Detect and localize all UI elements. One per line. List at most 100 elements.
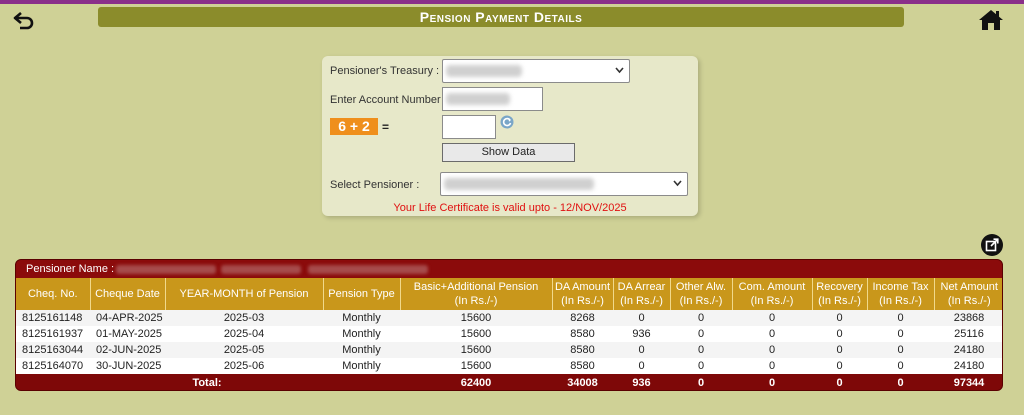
table-cell: 0	[867, 358, 934, 374]
total-cell: 97344	[934, 374, 1002, 390]
chevron-down-icon	[673, 180, 682, 187]
table-cell: 8268	[552, 310, 613, 326]
table-cell: 2025-04	[165, 326, 323, 342]
account-value-redacted	[446, 93, 510, 105]
refresh-icon[interactable]	[500, 115, 514, 129]
table-cell: 0	[812, 358, 867, 374]
table-row: 8125161937 01-MAY-2025 2025-04 Monthly 15600…	[16, 326, 1002, 342]
captcha-answer-input[interactable]	[442, 115, 496, 139]
pensioner-name-redacted	[221, 265, 301, 274]
total-cell: 62400	[400, 374, 552, 390]
table-cell: 0	[732, 326, 812, 342]
total-label: Total:	[16, 374, 400, 390]
column-header: Other Alw. (In Rs./-)	[669, 278, 732, 310]
table-cell: 0	[613, 310, 670, 326]
export-icon[interactable]	[981, 234, 1003, 256]
table-cell: 30-JUN-2025	[90, 358, 165, 374]
table-cell: 0	[670, 342, 732, 358]
table-cell: 8125161148	[16, 310, 90, 326]
table-cell: 8580	[552, 358, 613, 374]
pensioner-name-row: Pensioner Name :	[16, 260, 1002, 278]
account-number-input[interactable]	[442, 87, 543, 111]
payment-table: Cheq. No. Cheque Date YEAR-MONTH of Pensio…	[16, 278, 1002, 390]
column-header: Basic+Additional Pension (In Rs./-)	[399, 278, 552, 310]
table-total-row: Total: 62400 34008 936 0 0 0 0 97344	[16, 374, 1002, 390]
table-cell: 0	[867, 326, 934, 342]
captcha-equals: =	[382, 120, 390, 134]
column-header: YEAR-MONTH of Pension	[164, 278, 323, 310]
table-cell: 0	[670, 326, 732, 342]
column-header: Pension Type	[322, 278, 400, 310]
table-cell: Monthly	[323, 358, 400, 374]
payment-table-container: Pensioner Name : Cheq. No. Cheque Date YEA…	[15, 259, 1003, 391]
table-cell: 24180	[934, 342, 1002, 358]
show-data-button[interactable]: Show Data	[442, 143, 575, 162]
pensioner-value-redacted	[444, 178, 594, 190]
column-header: Cheq. No.	[16, 278, 90, 310]
top-accent-bar	[0, 0, 1024, 4]
table-header-row: Cheq. No. Cheque Date YEAR-MONTH of Pensio…	[16, 278, 1002, 310]
table-cell: 8580	[552, 326, 613, 342]
table-cell: 0	[867, 342, 934, 358]
pensioner-name-label: Pensioner Name :	[26, 263, 115, 275]
table-cell: 0	[613, 342, 670, 358]
table-body: 8125161148 04-APR-2025 2025-03 Monthly 15600…	[16, 310, 1002, 374]
total-cell: 0	[812, 374, 867, 390]
select-pensioner-label: Select Pensioner :	[330, 179, 420, 191]
total-cell: 0	[867, 374, 934, 390]
table-cell: 2025-03	[165, 310, 323, 326]
pensioner-select[interactable]	[440, 172, 688, 196]
table-cell: 15600	[400, 342, 552, 358]
total-cell: 34008	[552, 374, 613, 390]
table-row: 8125161148 04-APR-2025 2025-03 Monthly 15600…	[16, 310, 1002, 326]
table-cell: 8125163044	[16, 342, 90, 358]
table-cell: 25116	[934, 326, 1002, 342]
account-number-label: Enter Account Number	[330, 94, 441, 106]
captcha-question: 6 + 2	[330, 118, 378, 135]
treasury-label: Pensioner's Treasury :	[330, 65, 440, 77]
total-cell: 0	[732, 374, 812, 390]
table-cell: 0	[812, 310, 867, 326]
column-header: Com. Amount (In Rs./-)	[731, 278, 812, 310]
table-cell: 02-JUN-2025	[90, 342, 165, 358]
table-cell: 936	[613, 326, 670, 342]
search-form-panel: Pensioner's Treasury : Enter Account Num…	[322, 56, 698, 216]
table-cell: 01-MAY-2025	[90, 326, 165, 342]
page-title: Pension Payment Details	[98, 7, 904, 27]
table-cell: 2025-05	[165, 342, 323, 358]
column-header: DA Arrear (In Rs./-)	[612, 278, 670, 310]
table-cell: 0	[670, 358, 732, 374]
table-cell: 15600	[400, 358, 552, 374]
pensioner-name-redacted	[308, 265, 428, 274]
table-cell: 8125164070	[16, 358, 90, 374]
home-icon[interactable]	[978, 9, 1004, 31]
table-cell: 0	[732, 358, 812, 374]
table-cell: 0	[613, 358, 670, 374]
table-cell: Monthly	[323, 342, 400, 358]
total-cell: 0	[670, 374, 732, 390]
table-cell: 0	[812, 342, 867, 358]
table-cell: 2025-06	[165, 358, 323, 374]
chevron-down-icon	[615, 67, 624, 74]
table-cell: 0	[867, 310, 934, 326]
table-cell: 8125161937	[16, 326, 90, 342]
table-cell: 0	[670, 310, 732, 326]
column-header: DA Amount (In Rs./-)	[551, 278, 613, 310]
column-header: Net Amount (In Rs./-)	[933, 278, 1002, 310]
column-header: Cheque Date	[89, 278, 165, 310]
treasury-value-redacted	[446, 65, 522, 77]
treasury-select[interactable]	[442, 59, 630, 83]
back-arrow-icon[interactable]	[12, 10, 36, 30]
table-cell: Monthly	[323, 326, 400, 342]
table-cell: 24180	[934, 358, 1002, 374]
table-cell: 04-APR-2025	[90, 310, 165, 326]
life-certificate-message: Your Life Certificate is valid upto - 12…	[393, 202, 627, 214]
pensioner-name-redacted	[116, 265, 216, 274]
table-cell: 15600	[400, 310, 552, 326]
table-cell: 15600	[400, 326, 552, 342]
column-header: Income Tax (In Rs./-)	[866, 278, 934, 310]
table-cell: 0	[812, 326, 867, 342]
table-cell: 8580	[552, 342, 613, 358]
table-row: 8125164070 30-JUN-2025 2025-06 Monthly 15600…	[16, 358, 1002, 374]
table-cell: Monthly	[323, 310, 400, 326]
